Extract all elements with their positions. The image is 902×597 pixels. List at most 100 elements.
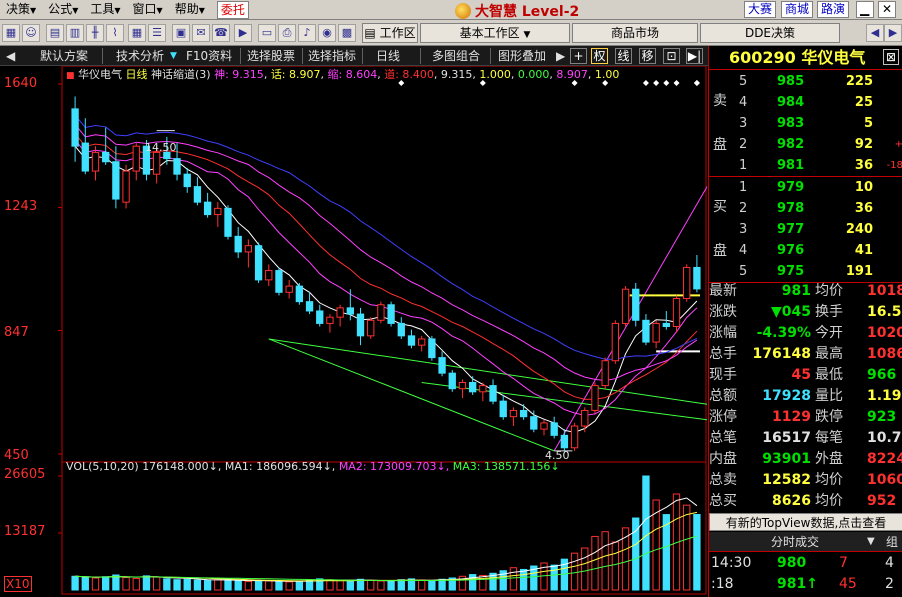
candle-body [91,151,100,172]
volume-bar [122,577,130,591]
right-arrow-icon[interactable]: ▶ [556,46,565,66]
legend-value: 9.315 [440,68,473,81]
tab-workspace[interactable]: ▤ 工作区 [362,23,418,43]
sell-row[interactable]: 2 982 92 + [737,134,902,155]
stat-key: 均价 [815,283,843,299]
left-arrow-icon[interactable]: ◀ [6,46,15,66]
volume: 25 [854,95,873,110]
stock-name: 华仪电气 [801,48,866,67]
level: 3 [739,222,748,237]
tab-basic-workspace[interactable]: 基本工作区 ▼ [420,23,570,43]
line-button[interactable]: 线 [615,48,632,64]
sell-row[interactable]: 5 985 225 [737,71,902,92]
f10-button[interactable]: F10资料 [186,46,232,66]
volume-bar [152,576,161,591]
multi-chart-button[interactable]: 多图组合 [432,46,480,66]
crosshair-button[interactable]: + [570,48,587,64]
kline-chart[interactable] [0,66,708,597]
close-window-button[interactable]: ✕ [878,1,896,18]
save-icon[interactable]: ▭ [258,24,276,42]
select-stock-button[interactable]: 选择股票 [247,46,295,66]
report-icon[interactable]: ▣ [172,24,190,42]
close-panel-button[interactable]: ⊠ [883,49,899,65]
volume-bar [163,578,171,591]
buy-row[interactable]: 5 975 191 [737,261,902,282]
rights-button[interactable]: 权 [591,48,608,64]
zoom-button[interactable]: ⊡ [663,48,680,64]
end-button[interactable]: ▶| [686,48,703,64]
select-icon[interactable]: ▶ [234,24,252,42]
group-button[interactable]: 组 [881,532,902,552]
select-indicator-button[interactable]: 选择指标 [308,46,356,66]
candle-body [254,245,263,281]
stat-key: 换手 [815,304,843,320]
menu-help[interactable]: 帮助▼ [169,0,211,21]
menu-tools[interactable]: 工具▼ [84,0,126,21]
sell-row[interactable]: 1 981 36 -18 [737,155,902,176]
info-icon[interactable]: ◉ [318,24,336,42]
dasai-button[interactable]: 大赛 [744,1,777,18]
news-icon[interactable]: ✉ [192,24,210,42]
chevron-down-icon[interactable]: ▼ [170,46,177,66]
legend-period: 日线 [125,68,148,81]
candle-body [662,322,670,328]
level: 1 [739,180,748,195]
chart-icon[interactable]: ▤ [46,24,64,42]
topview-banner[interactable]: 有新的TopView数据,点击查看 [709,513,902,531]
menu-formula[interactable]: 公式▼ [42,0,84,21]
tab-dde[interactable]: DDE决策 [700,23,840,43]
daily-line-button[interactable]: 日线 [376,46,400,66]
default-plan-button[interactable]: 默认方案 [40,46,88,66]
minimize-button[interactable]: ▁ [856,1,874,18]
next-tab-icon[interactable]: ▶ [884,24,902,42]
kline-icon[interactable]: ╫ [86,24,104,42]
candle-body [316,310,324,324]
stat-row: 总手 176148 最高 1086 [709,344,902,365]
shangcheng-button[interactable]: 商城 [781,1,814,18]
menu-decision[interactable]: 决策▼ [0,0,42,21]
candle-body [214,207,222,216]
weituo-button[interactable]: 委托 [216,0,249,19]
candle-body [275,270,283,293]
volume-bar [570,552,579,591]
move-button[interactable]: 移 [639,48,656,64]
candle-body [295,285,304,303]
volume-bar [244,580,253,591]
luyan-button[interactable]: 路演 [817,1,850,18]
bell-icon[interactable]: ♪ [298,24,316,42]
stat-key: 最低 [815,367,843,383]
trade-count: 4 [885,555,894,571]
buy-row[interactable]: 1 979 10 [737,177,902,198]
technical-analysis-button[interactable]: 技术分析 [116,46,164,66]
logo-icon [455,3,471,19]
calc-icon[interactable]: ▩ [338,24,356,42]
overlay-button[interactable]: 图形叠加 [498,46,546,66]
sell-row[interactable]: 3 983 5 [737,113,902,134]
volume-bar [509,567,518,591]
buy-row[interactable]: 2 978 36 [737,198,902,219]
candle-body [183,173,191,188]
user-icon[interactable]: ☺ [22,24,40,42]
print-icon[interactable]: ⎙ [278,24,296,42]
volume-bar [377,580,385,591]
volume: 41 [854,243,873,258]
menu-window[interactable]: 窗口▼ [127,0,169,21]
trades-title[interactable]: 分时成交 [709,532,881,552]
list-icon[interactable]: ☰ [148,24,166,42]
table-icon[interactable]: ▦ [128,24,146,42]
tab-commodity-market[interactable]: 商品市场 [572,23,698,43]
line-icon[interactable]: ⌇ [106,24,124,42]
candle-body [652,322,660,343]
grid-icon[interactable]: ▦ [2,24,20,42]
alert-icon[interactable]: ☎ [212,24,230,42]
candle-body [397,322,405,337]
volume-bar [418,579,426,591]
sell-row[interactable]: 4 984 25 [737,92,902,113]
chevron-down-icon[interactable]: ▼ [867,536,875,547]
buy-row[interactable]: 4 976 41 [737,240,902,261]
buy-row[interactable]: 3 977 240 [737,219,902,240]
stat-key: 外盘 [815,451,843,467]
bars-icon[interactable]: ▥ [66,24,84,42]
candle-body [570,425,579,449]
prev-tab-icon[interactable]: ◀ [866,24,884,42]
